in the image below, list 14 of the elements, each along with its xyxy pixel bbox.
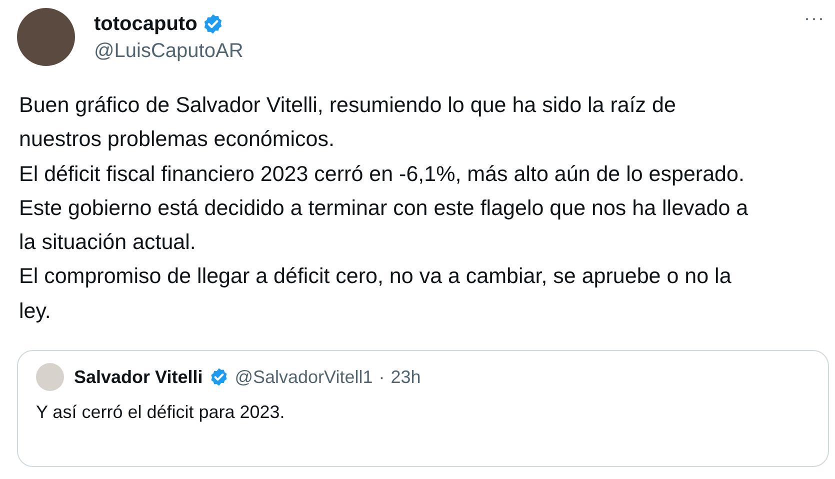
quoted-author-handle: @SalvadorVitell1 xyxy=(234,366,373,389)
quoted-time: 23h xyxy=(390,366,421,389)
avatar-icon xyxy=(36,363,64,392)
author-handle[interactable]: @LuisCaputoAR xyxy=(94,38,244,64)
quoted-tweet-card[interactable]: Salvador Vitelli @SalvadorVitell1 · 23h Y así cerró el déficit para 2023. xyxy=(17,350,829,468)
tweet-text: El compromiso de llegar a déficit cero, no va a cambiar, se apruebe o no la ley. xyxy=(19,263,732,325)
tweet-text: El déficit fiscal financiero 2023 cerró en -6,1%, más alto aún de lo esperado. xyxy=(19,160,746,188)
more-menu[interactable]: ··· xyxy=(804,8,825,28)
tweet-text: Buen gráfico de Salvador Vitelli, resumiendo lo que ha sido la raíz de nuestros problemas económicos. xyxy=(19,92,677,154)
quoted-tweet-text: Y así cerró el déficit para 2023. xyxy=(36,401,286,424)
author-name[interactable]: totocaputo xyxy=(94,12,198,36)
tweet-text: Este gobierno está decidido a terminar con este flagelo que nos ha llevado a la situación actual. xyxy=(19,194,750,256)
quoted-author-name: Salvador Vitelli xyxy=(74,366,203,389)
separator-dot: · xyxy=(378,366,385,389)
